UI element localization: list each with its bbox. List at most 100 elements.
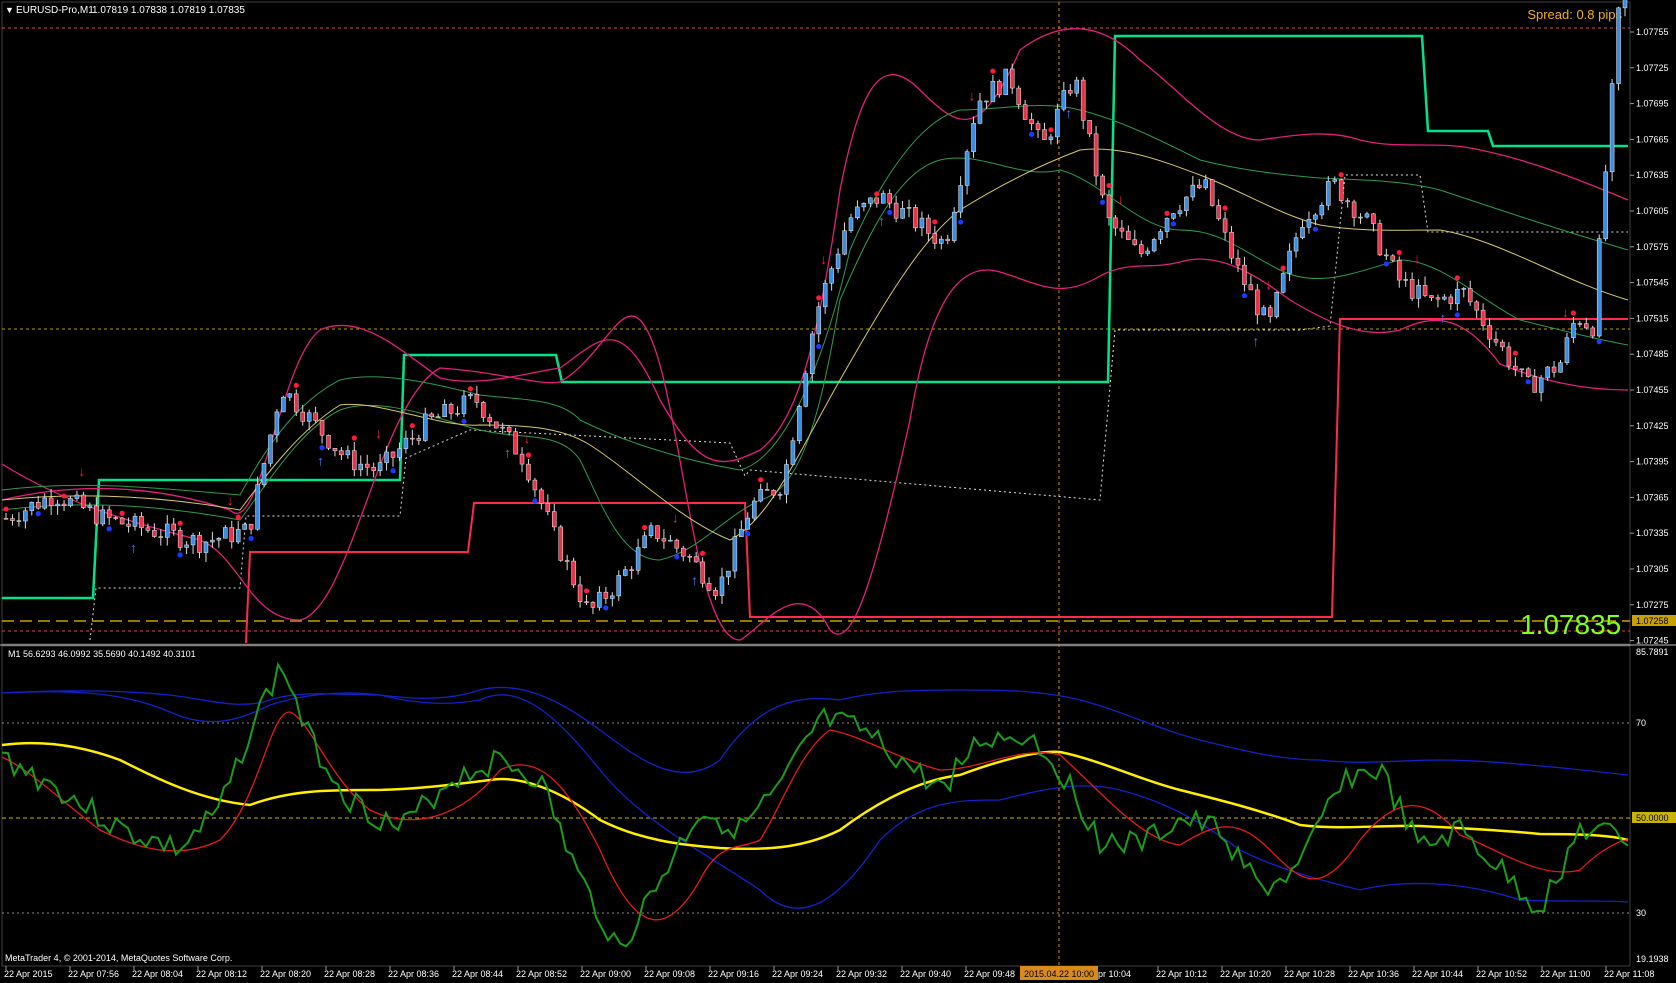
candle-body: [835, 253, 841, 269]
candle-body: [751, 500, 757, 519]
price-tick-label: 1.07275: [1636, 600, 1669, 610]
candle-body: [255, 484, 260, 530]
candle-body: [719, 576, 725, 596]
bid-price-tag: 1.07258: [1636, 616, 1669, 626]
candle-body: [493, 421, 499, 429]
candle-body: [410, 437, 415, 440]
time-tick-label: 22 Apr 09:48: [964, 969, 1015, 979]
buy-arrow-icon: ↑: [878, 213, 885, 229]
price-tick-label: 1.07515: [1636, 313, 1669, 323]
price-tick-label: 1.07455: [1636, 385, 1669, 395]
candle-body: [861, 203, 867, 208]
fractal-high-dot: [874, 191, 880, 197]
fractal-high-dot: [1570, 310, 1576, 316]
price-tick-label: 1.07635: [1636, 170, 1669, 180]
candle-body: [745, 517, 751, 530]
time-tick-label: 22 Apr 08:52: [516, 969, 567, 979]
price-tick-label: 1.07725: [1636, 63, 1669, 73]
candle-body: [1003, 68, 1009, 96]
candle-body: [1009, 68, 1015, 89]
fractal-high-dot: [351, 435, 357, 441]
price-tick-label: 1.07605: [1636, 206, 1669, 216]
candle-body: [887, 193, 892, 204]
candle-body: [1184, 196, 1189, 211]
candle-body: [1055, 108, 1060, 138]
candle-body: [1538, 377, 1544, 393]
candle-body: [1132, 239, 1138, 245]
candle-body: [816, 306, 821, 335]
candle-body: [990, 81, 996, 103]
candle-body: [242, 523, 247, 530]
candle-body: [384, 451, 389, 463]
candle-body: [281, 396, 286, 413]
fractal-high-dot: [583, 588, 590, 594]
fractal-high-dot: [700, 550, 706, 556]
candle-body: [1622, 0, 1628, 9]
fractal-low-dot: [958, 219, 964, 225]
candle-body: [300, 411, 305, 422]
candle-body: [165, 523, 170, 538]
time-tick-label: 22 Apr 11:08: [1604, 969, 1654, 979]
candle-body: [1384, 254, 1389, 257]
candle-body: [36, 501, 41, 509]
time-tick-label: 22 Apr 10:52: [1476, 969, 1527, 979]
symbol-menu-arrow[interactable]: ▼: [5, 5, 14, 15]
fractal-low-dot: [461, 418, 467, 424]
candle-body: [16, 520, 22, 522]
candle-body: [590, 602, 596, 608]
sell-arrow-icon: ↓: [820, 251, 827, 267]
candle-body: [681, 547, 686, 557]
buy-arrow-icon: ↑: [691, 572, 698, 588]
time-tick-label: 22 Apr 09:24: [772, 969, 823, 979]
sell-arrow-icon: ↓: [78, 463, 85, 479]
candle-body: [1564, 337, 1570, 363]
candle-body: [803, 373, 809, 407]
candle-body: [797, 406, 802, 441]
candle-body: [358, 463, 364, 471]
candle-body: [1016, 87, 1021, 105]
candle-body: [1267, 307, 1273, 317]
candle-body: [1087, 120, 1092, 135]
candle-body: [964, 151, 970, 186]
sell-arrow-icon: ↓: [523, 430, 530, 446]
candle-body: [1448, 296, 1454, 305]
time-tick-label: 22 Apr 10:44: [1412, 969, 1463, 979]
fractal-low-dot: [1099, 199, 1106, 205]
candle-body: [1248, 284, 1254, 291]
time-tick-label: 22 Apr 09:00: [580, 969, 631, 979]
candle-body: [855, 206, 860, 219]
candle-body: [829, 268, 834, 284]
candle-body: [1222, 218, 1228, 233]
fractal-high-dot: [641, 524, 648, 531]
candle-body: [1571, 323, 1576, 338]
candle-body: [1093, 133, 1099, 177]
candle-body: [294, 393, 299, 413]
candle-body: [784, 464, 789, 495]
candle-body: [848, 217, 854, 231]
candle-body: [184, 544, 189, 548]
candle-body: [1280, 273, 1286, 293]
fractal-low-dot: [390, 468, 396, 474]
candle-body: [1235, 257, 1241, 266]
time-tick-label: 22 Apr 09:40: [900, 969, 951, 979]
trading-chart[interactable]: ▼ EURUSD-Pro,M1 1.07819 1.07838 1.07819 …: [0, 0, 1676, 983]
candle-body: [603, 591, 609, 599]
candle-body: [158, 536, 164, 538]
candle-body: [423, 413, 428, 441]
candle-body: [1506, 346, 1512, 367]
candle-body: [1048, 136, 1054, 140]
candle-body: [223, 527, 228, 539]
candle-body: [642, 535, 647, 548]
candle-body: [932, 233, 938, 244]
price-tick-label: 1.07575: [1636, 242, 1669, 252]
candle-body: [648, 525, 654, 536]
candle-body: [977, 100, 983, 124]
candle-body: [81, 494, 86, 508]
candle-body: [1435, 297, 1441, 300]
candle-body: [1429, 295, 1434, 298]
time-tick-label: 22 Apr 10:36: [1348, 969, 1399, 979]
candle-body: [474, 394, 480, 403]
time-tick-label: 22 Apr 07:56: [68, 969, 119, 979]
candle-body: [332, 448, 338, 451]
candle-body: [1106, 194, 1112, 219]
